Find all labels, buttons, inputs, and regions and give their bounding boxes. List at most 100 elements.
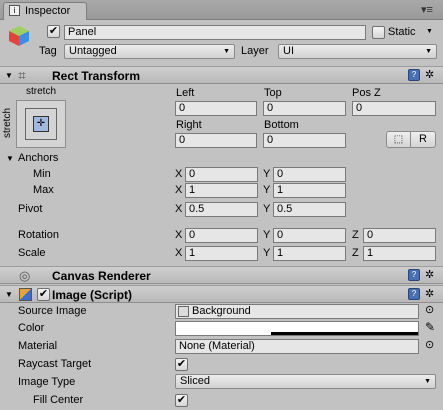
scale-y-field[interactable]: 1	[273, 246, 346, 261]
max-y-field[interactable]: 1	[273, 183, 346, 198]
chevron-down-icon: ▼	[223, 48, 230, 55]
collapse-triangle-icon[interactable]: ▼	[5, 71, 13, 80]
static-dropdown-icon[interactable]: ▼	[426, 28, 433, 35]
tag-label: Tag	[39, 45, 57, 57]
pivot-x-label: X	[175, 203, 183, 215]
top-field[interactable]: 0	[263, 101, 346, 116]
active-checkbox[interactable]: ✔	[47, 25, 60, 38]
scale-y-label: Y	[263, 247, 271, 259]
min-y-field[interactable]: 0	[273, 167, 346, 182]
min-y-label: Y	[263, 168, 271, 180]
bottom-field[interactable]: 0	[263, 133, 346, 148]
help-icon[interactable]: ?	[408, 288, 420, 300]
static-label: Static	[388, 26, 416, 38]
material-field[interactable]: None (Material)	[175, 339, 419, 354]
gear-icon[interactable]: ✲	[425, 287, 434, 300]
scale-z-label: Z	[352, 247, 359, 259]
image-script-title: Image (Script)	[52, 288, 133, 302]
pivot-x-field[interactable]: 0.5	[185, 202, 258, 217]
anchors-label: Anchors	[18, 152, 59, 164]
posz-label: Pos Z	[352, 87, 381, 99]
source-image-field[interactable]: Background	[175, 304, 419, 319]
scale-label: Scale	[18, 247, 46, 259]
blueprint-mode-button[interactable]: ⬚	[386, 131, 411, 148]
image-type-label: Image Type	[18, 376, 76, 388]
anchors-triangle-icon[interactable]: ▼	[6, 154, 14, 163]
rotation-y-field[interactable]: 0	[273, 228, 346, 243]
max-label: Max	[33, 184, 54, 196]
object-picker-icon[interactable]: ⊙	[425, 338, 434, 351]
sprite-icon	[178, 306, 189, 317]
tab-title: Inspector	[25, 5, 71, 17]
scale-x-field[interactable]: 1	[185, 246, 258, 261]
max-x-label: X	[175, 184, 183, 196]
scale-z-field[interactable]: 1	[363, 246, 436, 261]
rotation-z-label: Z	[352, 229, 359, 241]
rotation-x-field[interactable]: 0	[185, 228, 258, 243]
min-x-label: X	[175, 168, 183, 180]
min-x-field[interactable]: 0	[185, 167, 258, 182]
anchor-preset-side-label: stretch	[2, 107, 13, 138]
color-alpha-bar	[271, 332, 418, 335]
tag-dropdown[interactable]: Untagged ▼	[64, 44, 235, 59]
rotation-z-field[interactable]: 0	[363, 228, 436, 243]
pivot-label: Pivot	[18, 203, 43, 215]
image-enabled-checkbox[interactable]: ✔	[37, 288, 50, 301]
raycast-target-checkbox[interactable]: ✔	[175, 358, 188, 371]
left-label: Left	[176, 87, 195, 99]
top-label: Top	[264, 87, 282, 99]
eyedropper-icon[interactable]: ✎	[425, 320, 435, 334]
chevron-down-icon: ▼	[425, 48, 432, 55]
anchor-preset-inner-icon: ✛	[33, 116, 49, 132]
material-label: Material	[18, 340, 58, 352]
anchor-preset-top-label: stretch	[26, 86, 57, 97]
image-type-dropdown[interactable]: Sliced ▼	[175, 374, 436, 389]
source-image-label: Source Image	[18, 305, 87, 317]
bottom-label: Bottom	[264, 119, 299, 131]
rotation-x-label: X	[175, 229, 183, 241]
image-type-value: Sliced	[180, 375, 210, 387]
gear-icon[interactable]: ✲	[425, 68, 434, 81]
inspector-icon: i	[9, 5, 20, 16]
posz-field[interactable]: 0	[352, 101, 436, 116]
tab-menu-icon[interactable]: ▾≡	[421, 3, 433, 16]
tab-inspector[interactable]: i Inspector	[3, 2, 87, 20]
chevron-down-icon: ▼	[424, 378, 431, 385]
max-y-label: Y	[263, 184, 271, 196]
collapse-triangle-icon[interactable]: ▼	[5, 290, 13, 299]
color-label: Color	[18, 322, 45, 334]
cube-icon	[7, 25, 31, 47]
layer-dropdown[interactable]: UI ▼	[278, 44, 437, 59]
anchor-preset-button[interactable]: ✛	[16, 100, 66, 148]
pivot-y-label: Y	[263, 203, 271, 215]
image-script-icon	[19, 288, 32, 301]
canvas-renderer-icon: ◎	[19, 268, 31, 283]
rotation-y-label: Y	[263, 229, 271, 241]
canvas-renderer-title: Canvas Renderer	[52, 269, 151, 283]
rect-transform-icon: ⌗	[18, 67, 26, 83]
right-field[interactable]: 0	[175, 133, 257, 148]
object-picker-icon[interactable]: ⊙	[425, 303, 434, 316]
rect-transform-title: Rect Transform	[52, 69, 141, 83]
color-swatch[interactable]	[175, 321, 419, 336]
max-x-field[interactable]: 1	[185, 183, 258, 198]
raycast-target-label: Raycast Target	[18, 358, 92, 370]
rotation-label: Rotation	[18, 229, 59, 241]
scale-x-label: X	[175, 247, 183, 259]
static-checkbox[interactable]	[372, 26, 385, 39]
object-name-field[interactable]: Panel	[64, 25, 366, 40]
layer-label: Layer	[241, 45, 269, 57]
left-field[interactable]: 0	[175, 101, 257, 116]
help-icon[interactable]: ?	[408, 69, 420, 81]
gear-icon[interactable]: ✲	[425, 268, 434, 281]
raw-edit-button[interactable]: R	[411, 131, 436, 148]
tag-value: Untagged	[69, 45, 117, 57]
fill-center-checkbox[interactable]: ✔	[175, 394, 188, 407]
right-label: Right	[176, 119, 202, 131]
help-icon[interactable]: ?	[408, 269, 420, 281]
source-image-value: Background	[192, 305, 251, 317]
layer-value: UI	[283, 45, 294, 57]
min-label: Min	[33, 168, 51, 180]
pivot-y-field[interactable]: 0.5	[273, 202, 346, 217]
fill-center-label: Fill Center	[33, 394, 84, 406]
